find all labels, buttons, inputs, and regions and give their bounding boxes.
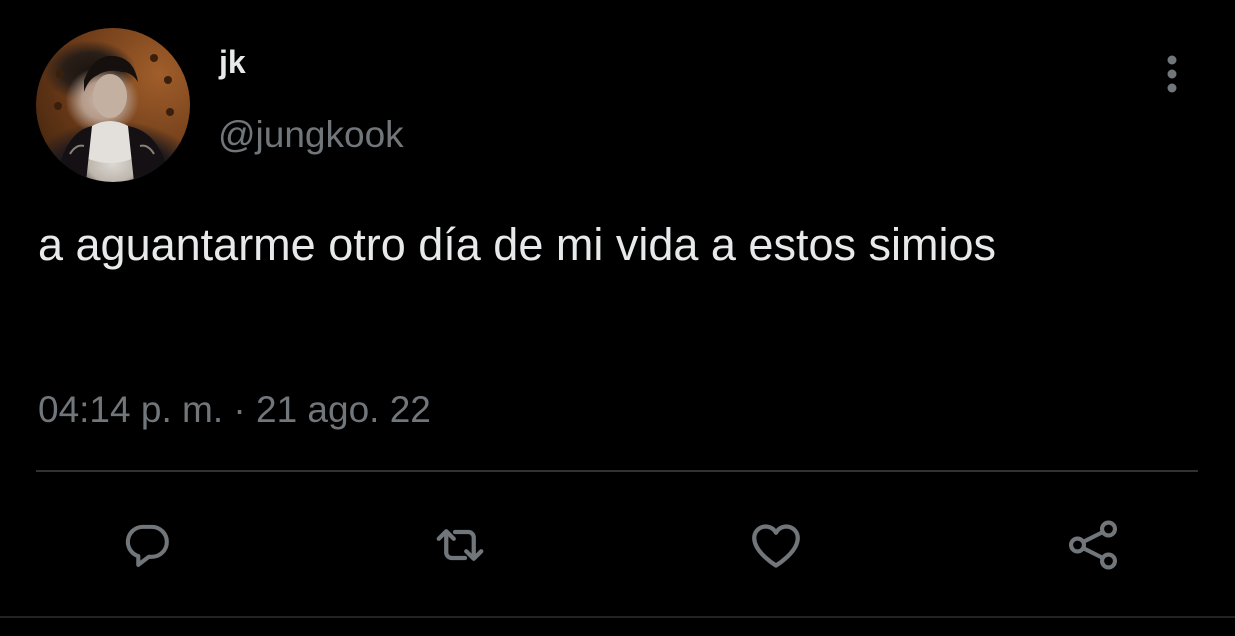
divider: [36, 470, 1198, 472]
tweet-timestamp[interactable]: 04:14 p. m. · 21 ago. 22: [38, 385, 431, 435]
avatar[interactable]: [36, 28, 190, 182]
tweet-actions: [0, 505, 1235, 585]
author-handle[interactable]: @jungkook: [218, 112, 404, 158]
share-icon: [1068, 520, 1118, 570]
more-options-button[interactable]: [1150, 52, 1194, 96]
meta-separator: ·: [233, 389, 246, 430]
retweet-button[interactable]: [420, 505, 500, 585]
tweet-date: 21 ago. 22: [256, 389, 431, 430]
reply-button[interactable]: [107, 505, 187, 585]
more-vertical-icon: [1167, 55, 1177, 93]
avatar-photo-icon: [54, 54, 174, 182]
tweet-text: a aguantarme otro día de mi vida a estos…: [38, 219, 996, 270]
heart-icon: [752, 524, 800, 568]
share-button[interactable]: [1053, 505, 1133, 585]
author-display-name[interactable]: jk: [219, 42, 246, 82]
tweet-detail: jk @jungkook a aguantarme otro día de mi…: [0, 0, 1235, 636]
bottom-divider: [0, 616, 1235, 618]
retweet-icon: [436, 529, 484, 561]
like-button[interactable]: [736, 505, 816, 585]
reply-bubble-icon: [125, 524, 169, 567]
tweet-time: 04:14 p. m.: [38, 389, 224, 430]
